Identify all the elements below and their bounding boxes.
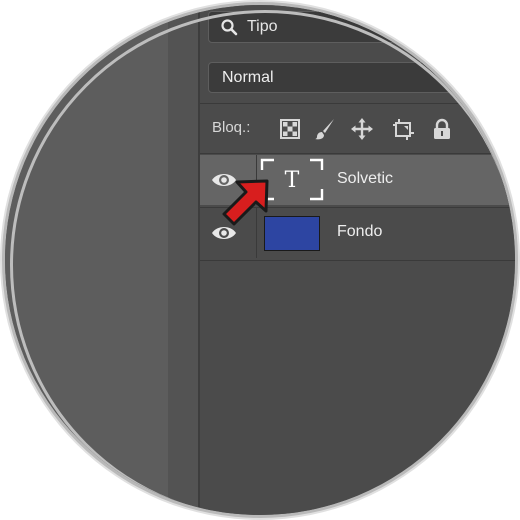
panel-dock-gutter bbox=[168, 5, 198, 515]
divider bbox=[200, 260, 515, 261]
lock-label: Bloq.: bbox=[212, 119, 251, 136]
type-thumb-glyph: T bbox=[285, 168, 300, 193]
canvas-area bbox=[5, 5, 173, 515]
lock-transparent-pixels-icon[interactable] bbox=[278, 117, 302, 141]
blend-mode-value: Normal bbox=[222, 69, 274, 86]
layer-filter-select[interactable]: Tipo bbox=[208, 11, 515, 43]
layer-name[interactable]: Solvetic bbox=[337, 170, 393, 188]
lock-all-icon[interactable] bbox=[430, 117, 454, 141]
layer-name[interactable]: Fondo bbox=[337, 223, 382, 241]
divider bbox=[200, 103, 515, 104]
search-icon bbox=[221, 19, 238, 36]
filter-kind-label: Tipo bbox=[247, 18, 278, 35]
blend-mode-select[interactable]: Normal bbox=[208, 62, 515, 93]
divider bbox=[200, 153, 515, 154]
pointer-arrow-icon bbox=[222, 179, 269, 226]
lock-artboard-icon[interactable] bbox=[391, 117, 415, 141]
lock-image-pixels-icon[interactable] bbox=[313, 117, 337, 141]
lock-position-icon[interactable] bbox=[350, 117, 374, 141]
layers-panel: Tipo Normal Bloq.: T Solvetic Fondo bbox=[200, 5, 515, 515]
magnified-view: Tipo Normal Bloq.: T Solvetic Fondo bbox=[5, 5, 515, 515]
